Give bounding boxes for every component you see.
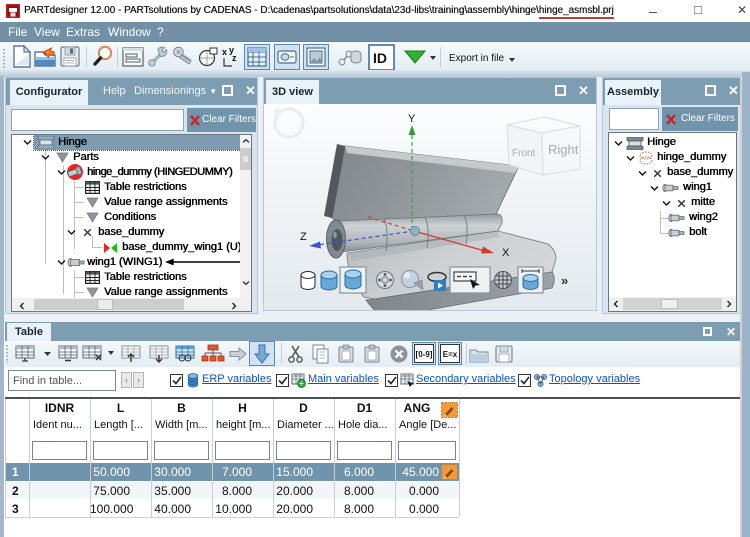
svg-text:Front: Front (512, 148, 536, 159)
svg-text:Y: Y (408, 113, 416, 125)
svg-text:X: X (502, 247, 510, 259)
svg-text:z: z (232, 53, 237, 63)
svg-text:x: x (222, 47, 227, 57)
svg-text:ID: ID (373, 50, 387, 66)
svg-text:»: » (561, 273, 568, 288)
svg-text:Right: Right (548, 142, 579, 157)
svg-text:Z: Z (300, 231, 307, 243)
